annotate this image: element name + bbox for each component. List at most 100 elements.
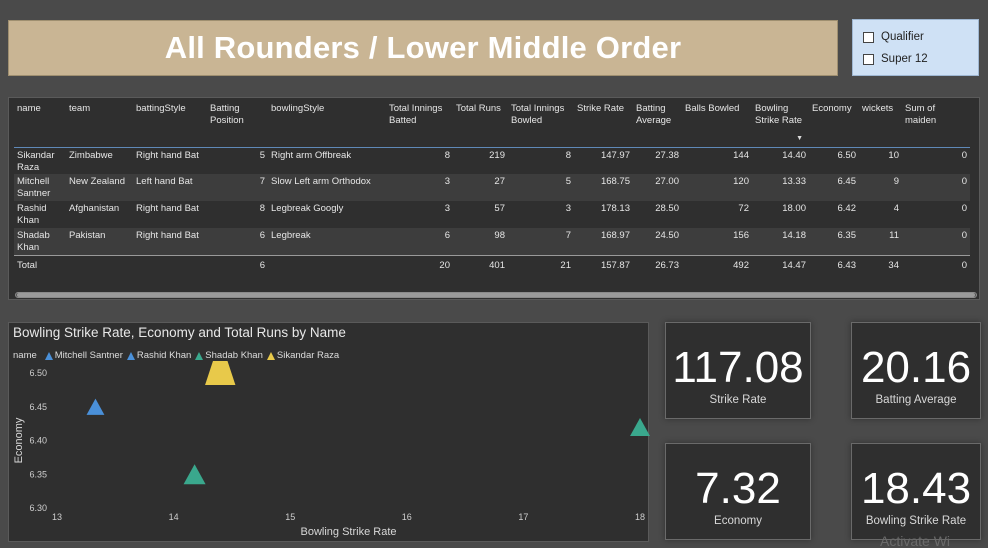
- stats-table: name team battingStyle Batting Position …: [14, 98, 970, 277]
- column-header-innings-bowled[interactable]: Total Innings Bowled: [508, 98, 574, 147]
- slicer-option-label: Super 12: [881, 53, 928, 65]
- cell-economy: 6.45: [837, 176, 857, 187]
- cell-name: Mitchell Santner: [17, 176, 51, 199]
- cell-name: Sikandar Raza: [17, 149, 55, 173]
- cell-total-runs: 219: [489, 149, 505, 161]
- cell-bowling-strike-rate: 14.18: [782, 230, 806, 241]
- cell-name: Shadab Khan: [17, 230, 50, 253]
- column-header-balls-bowled[interactable]: Balls Bowled: [682, 98, 752, 147]
- total-batting-average: 26.73: [633, 254, 682, 277]
- cell-balls-bowled: 120: [733, 176, 749, 187]
- total-innings-bowled: 21: [508, 254, 574, 277]
- data-point-mitchell-santner[interactable]: [86, 398, 105, 415]
- slicer-option-label: Qualifier: [881, 31, 924, 43]
- column-header-batting-position[interactable]: Batting Position: [207, 98, 268, 147]
- table-row[interactable]: Mitchell Santner New Zealand Left hand Bat…: [14, 174, 970, 201]
- data-point-shadab-khan[interactable]: [183, 464, 206, 485]
- sort-descending-icon: ▼: [796, 134, 803, 142]
- total-team: [66, 254, 133, 277]
- cell-bowling-strike-rate: 13.33: [782, 176, 806, 187]
- cell-balls-bowled: 156: [733, 230, 749, 241]
- kpi-card-strike-rate: 117.08 Strike Rate: [665, 322, 811, 419]
- total-batting-style: [133, 254, 207, 277]
- kpi-card-bowling-strike-rate: 18.43 Bowling Strike Rate: [851, 443, 981, 540]
- slicer-option-super-12[interactable]: Super 12: [863, 48, 978, 70]
- total-strike-rate: 157.87: [574, 254, 633, 277]
- total-maidens: 0: [902, 254, 970, 277]
- column-header-bowling-style[interactable]: bowlingStyle: [268, 98, 386, 147]
- kpi-label: Strike Rate: [709, 394, 767, 406]
- cell-batting-average: 27.00: [655, 176, 679, 187]
- page-title: All Rounders / Lower Middle Order: [164, 30, 682, 65]
- cell-maidens: 0: [961, 176, 967, 187]
- kpi-card-batting-average: 20.16 Batting Average: [851, 322, 981, 419]
- cell-innings-batted: 8: [444, 149, 450, 161]
- total-bowling-strike-rate: 14.47: [752, 254, 809, 277]
- checkbox-icon[interactable]: [863, 31, 874, 43]
- cell-batting-position: 5: [259, 149, 265, 161]
- cell-batting-style: Right hand Bat: [136, 203, 199, 214]
- y-tick-label: 6.35: [29, 469, 47, 479]
- scrollbar-thumb[interactable]: [17, 293, 975, 297]
- cell-maidens: 0: [961, 203, 967, 214]
- cell-batting-position: 8: [259, 203, 265, 214]
- column-header-team[interactable]: team: [66, 98, 133, 147]
- total-name: Total: [14, 254, 66, 277]
- y-tick-label: 6.45: [29, 402, 47, 412]
- column-header-innings-batted[interactable]: Total Innings Batted: [386, 98, 453, 147]
- cell-innings-batted: 3: [444, 176, 450, 187]
- kpi-label: Bowling Strike Rate: [865, 515, 967, 527]
- column-header-wickets[interactable]: wickets: [859, 98, 902, 147]
- cell-innings-batted: 6: [444, 230, 450, 241]
- column-header-economy[interactable]: Economy: [809, 98, 859, 147]
- column-header-label: Bowling Strike Rate: [755, 103, 802, 126]
- kpi-label: Economy: [714, 515, 762, 527]
- cell-strike-rate: 147.97: [600, 149, 630, 161]
- cell-wickets: 11: [889, 230, 899, 241]
- cell-batting-style: Left hand Bat: [136, 176, 193, 187]
- cell-balls-bowled: 144: [733, 149, 749, 161]
- kpi-value: 20.16: [860, 343, 972, 392]
- column-header-batting-style[interactable]: battingStyle: [133, 98, 207, 147]
- stats-table-panel: name team battingStyle Batting Position …: [8, 97, 980, 300]
- cell-bowling-strike-rate: 14.40: [782, 149, 806, 161]
- cell-economy: 6.35: [837, 230, 857, 241]
- cell-economy: 6.42: [837, 203, 857, 214]
- cell-balls-bowled: 72: [738, 203, 749, 214]
- x-tick-label: 17: [518, 512, 528, 522]
- table-row[interactable]: Shadab Khan Pakistan Right hand Bat 6 Legbre…: [14, 228, 970, 255]
- x-tick-label: 18: [635, 512, 645, 522]
- table-row[interactable]: Rashid Khan Afghanistan Right hand Bat 8 Leg…: [14, 201, 970, 228]
- cell-total-runs: 98: [494, 230, 505, 241]
- cell-batting-style: Right hand Bat: [136, 149, 199, 161]
- column-header-batting-average[interactable]: Batting Average: [633, 98, 682, 147]
- table-row[interactable]: Sikandar Raza Zimbabwe Right hand Bat 5 Righ…: [14, 147, 970, 174]
- total-bowling-style: [268, 254, 386, 277]
- total-wickets: 34: [859, 254, 902, 277]
- checkbox-icon[interactable]: [863, 53, 874, 65]
- data-point-rashid-khan[interactable]: [630, 417, 650, 437]
- column-header-strike-rate[interactable]: Strike Rate: [574, 98, 633, 147]
- cell-team: Zimbabwe: [69, 149, 113, 161]
- cell-innings-bowled: 5: [565, 176, 571, 187]
- data-point-sikandar-raza[interactable]: [205, 361, 236, 385]
- cell-batting-position: 6: [259, 230, 265, 241]
- column-header-maidens[interactable]: Sum of maiden: [902, 98, 970, 147]
- cell-batting-position: 7: [259, 176, 265, 187]
- horizontal-scrollbar[interactable]: [15, 292, 977, 298]
- table-header-row: name team battingStyle Batting Position …: [14, 98, 970, 147]
- cell-bowling-style: Slow Left arm Orthodox: [271, 176, 371, 187]
- column-header-name[interactable]: name: [14, 98, 66, 147]
- cell-team: New Zealand: [69, 176, 125, 187]
- cell-maidens: 0: [961, 149, 967, 161]
- cell-name: Rashid Khan: [17, 203, 47, 226]
- stage-slicer: Qualifier Super 12: [852, 19, 979, 76]
- total-total-runs: 401: [453, 254, 508, 277]
- column-header-bowling-strike-rate[interactable]: Bowling Strike Rate ▼: [752, 98, 809, 147]
- slicer-option-qualifier[interactable]: Qualifier: [863, 26, 978, 48]
- y-axis-label: Economy: [13, 417, 25, 463]
- cell-bowling-strike-rate: 18.00: [782, 203, 806, 214]
- column-header-total-runs[interactable]: Total Runs: [453, 98, 508, 147]
- cell-batting-average: 24.50: [655, 230, 679, 241]
- kpi-value: 18.43: [860, 464, 972, 513]
